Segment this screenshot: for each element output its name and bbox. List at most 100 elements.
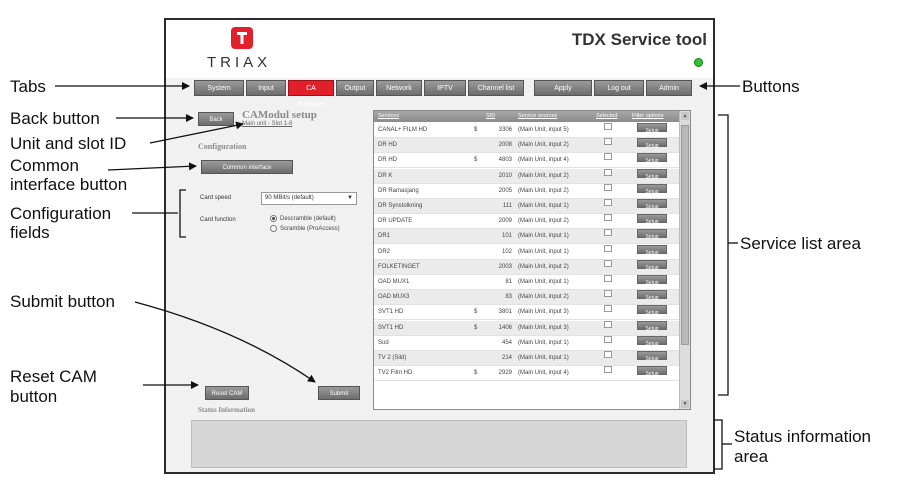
tab-ca-modules[interactable]: CA Modules [288, 80, 334, 108]
setup-button[interactable]: Setup [637, 153, 667, 164]
column-service-sources[interactable]: Service sources [518, 111, 557, 122]
table-row[interactable]: DR Ramasjang 2005 (Main Unit, input 2) Setu… [374, 183, 680, 199]
selected-checkbox[interactable] [604, 320, 612, 328]
setup-button[interactable]: Setup [637, 305, 667, 316]
scrambled-marker: $ [474, 324, 478, 331]
callout-reset-line1: Reset CAM [10, 367, 97, 386]
tab-system[interactable]: System [194, 80, 244, 96]
table-row[interactable]: DR HD $4803 (Main Unit, input 4) Setup [374, 153, 680, 169]
scroll-thumb[interactable] [681, 125, 689, 345]
setup-button[interactable]: Setup [637, 199, 667, 210]
table-row[interactable]: DR UPDATE 2009 (Main Unit, input 2) Setup [374, 214, 680, 230]
setup-button[interactable]: Setup [637, 123, 667, 134]
scroll-up-icon[interactable]: ▲ [681, 112, 689, 120]
scroll-down-icon[interactable]: ▼ [681, 400, 689, 408]
service-source: (Main Unit, input 4) [518, 370, 569, 377]
callout-back-button: Back button [10, 109, 100, 128]
setup-button[interactable]: Setup [637, 366, 667, 377]
setup-button[interactable]: Setup [637, 290, 667, 301]
service-name: DR UPDATE [378, 218, 413, 225]
selected-checkbox[interactable] [604, 305, 612, 313]
triax-logo-icon [231, 27, 253, 49]
table-row[interactable]: SVT1 HD $3801 (Main Unit, input 3) Setup [374, 305, 680, 321]
table-row[interactable]: TV 2 (Sild) 214 (Main Unit, input 1) Setup [374, 351, 680, 366]
radio-scramble-option[interactable]: Scramble (ProAccess) [270, 225, 340, 232]
selected-checkbox[interactable] [604, 153, 612, 161]
tab-iptv[interactable]: IPTV [424, 80, 466, 96]
radio-descramble[interactable] [270, 215, 277, 222]
selected-checkbox[interactable] [604, 275, 612, 282]
radio-descramble-option[interactable]: Descramble (default) [270, 215, 336, 222]
table-row[interactable]: OAD MUX1 81 (Main Unit, input 1) Setup [374, 275, 680, 290]
table-row[interactable]: TV2 Film HD $2929 (Main Unit, input 4) Setu… [374, 366, 680, 382]
callout-bracket-status [714, 419, 723, 470]
table-row[interactable]: FOLKETINGET 2003 (Main Unit, input 2) Setup [374, 259, 680, 275]
reset-cam-button[interactable]: Reset CAM [205, 386, 249, 400]
admin-button[interactable]: Admin [646, 80, 692, 96]
table-row[interactable]: DR HD 2008 (Main Unit, input 2) Setup [374, 138, 680, 154]
table-row[interactable]: DR2 102 (Main Unit, input 1) Setup [374, 244, 680, 260]
selected-checkbox[interactable] [604, 244, 612, 252]
apply-button[interactable]: Apply [534, 80, 592, 96]
page-title: CAModul setup [242, 109, 317, 121]
selected-checkbox[interactable] [604, 123, 612, 130]
selected-checkbox[interactable] [604, 366, 612, 374]
setup-button[interactable]: Setup [637, 183, 667, 195]
selected-checkbox[interactable] [604, 335, 612, 343]
tab-output[interactable]: Output [336, 80, 374, 96]
scrambled-marker: $ [474, 157, 478, 164]
status-information-area [191, 420, 687, 468]
service-source: (Main Unit, input 3) [518, 309, 569, 316]
selected-checkbox[interactable] [604, 138, 612, 146]
tab-input[interactable]: Input [246, 80, 286, 96]
setup-button[interactable]: Setup [637, 259, 667, 271]
setup-button[interactable]: Setup [637, 351, 667, 362]
setup-button[interactable]: Setup [637, 168, 667, 180]
selected-checkbox[interactable] [604, 351, 612, 358]
service-list-scrollbar[interactable]: ▲ ▼ [679, 111, 690, 409]
scrambled-marker: $ [474, 127, 478, 133]
table-row[interactable]: DR Synstolkning 111 (Main Unit, input 1) Se… [374, 199, 680, 214]
setup-button[interactable]: Setup [637, 335, 667, 347]
setup-button[interactable]: Setup [637, 244, 667, 256]
table-row[interactable]: DR K 2010 (Main Unit, input 2) Setup [374, 168, 680, 184]
setup-button[interactable]: Setup [637, 320, 667, 332]
service-source: (Main Unit, input 4) [518, 157, 569, 164]
tab-channel-list[interactable]: Channel list [468, 80, 524, 96]
back-button[interactable]: Back [198, 112, 234, 126]
selected-checkbox[interactable] [604, 199, 612, 206]
column-sid[interactable]: SID [486, 111, 495, 122]
service-sid: 214 [501, 355, 512, 361]
unit-slot-id[interactable]: Main unit - Slot 1-8 [242, 121, 292, 127]
tab-network[interactable]: Network [376, 80, 422, 96]
selected-checkbox[interactable] [604, 183, 612, 191]
column-services[interactable]: Services [378, 111, 399, 122]
selected-checkbox[interactable] [604, 214, 612, 222]
submit-button[interactable]: Submit [318, 386, 360, 400]
radio-scramble[interactable] [270, 225, 277, 232]
callout-status-line2: area [734, 447, 769, 466]
callout-submit-button: Submit button [10, 292, 115, 311]
selected-checkbox[interactable] [604, 229, 612, 237]
service-source: (Main Unit, input 3) [518, 324, 569, 331]
setup-button[interactable]: Setup [637, 275, 667, 286]
table-row[interactable]: DR1 101 (Main Unit, input 1) Setup [374, 229, 680, 245]
setup-button[interactable]: Setup [637, 229, 667, 240]
table-row[interactable]: CANAL+ FILM HD $3306 (Main Unit, input 5) S… [374, 123, 680, 138]
selected-checkbox[interactable] [604, 290, 612, 298]
logout-button[interactable]: Log out [594, 80, 644, 96]
setup-button[interactable]: Setup [637, 138, 667, 149]
card-speed-select[interactable]: 90 MBit/s (default) ▼ [261, 192, 357, 205]
setup-button[interactable]: Setup [637, 214, 667, 225]
callout-config-line2: fields [10, 223, 50, 242]
table-row[interactable]: Sud 454 (Main Unit, input 1) Setup [374, 335, 680, 351]
table-row[interactable]: SVT1 HD $1406 (Main Unit, input 3) Setup [374, 320, 680, 336]
common-interface-button[interactable]: Common interface [201, 160, 293, 174]
table-row[interactable]: OAD MUX3 83 (Main Unit, input 2) Setup [374, 290, 680, 306]
service-source: (Main Unit, input 2) [518, 187, 569, 194]
selected-checkbox[interactable] [604, 259, 612, 267]
callout-buttons: Buttons [742, 77, 800, 96]
selected-checkbox[interactable] [604, 168, 612, 176]
service-name: OAD MUX1 [378, 279, 410, 285]
top-button-bar: Apply Log out Admin [534, 80, 692, 96]
